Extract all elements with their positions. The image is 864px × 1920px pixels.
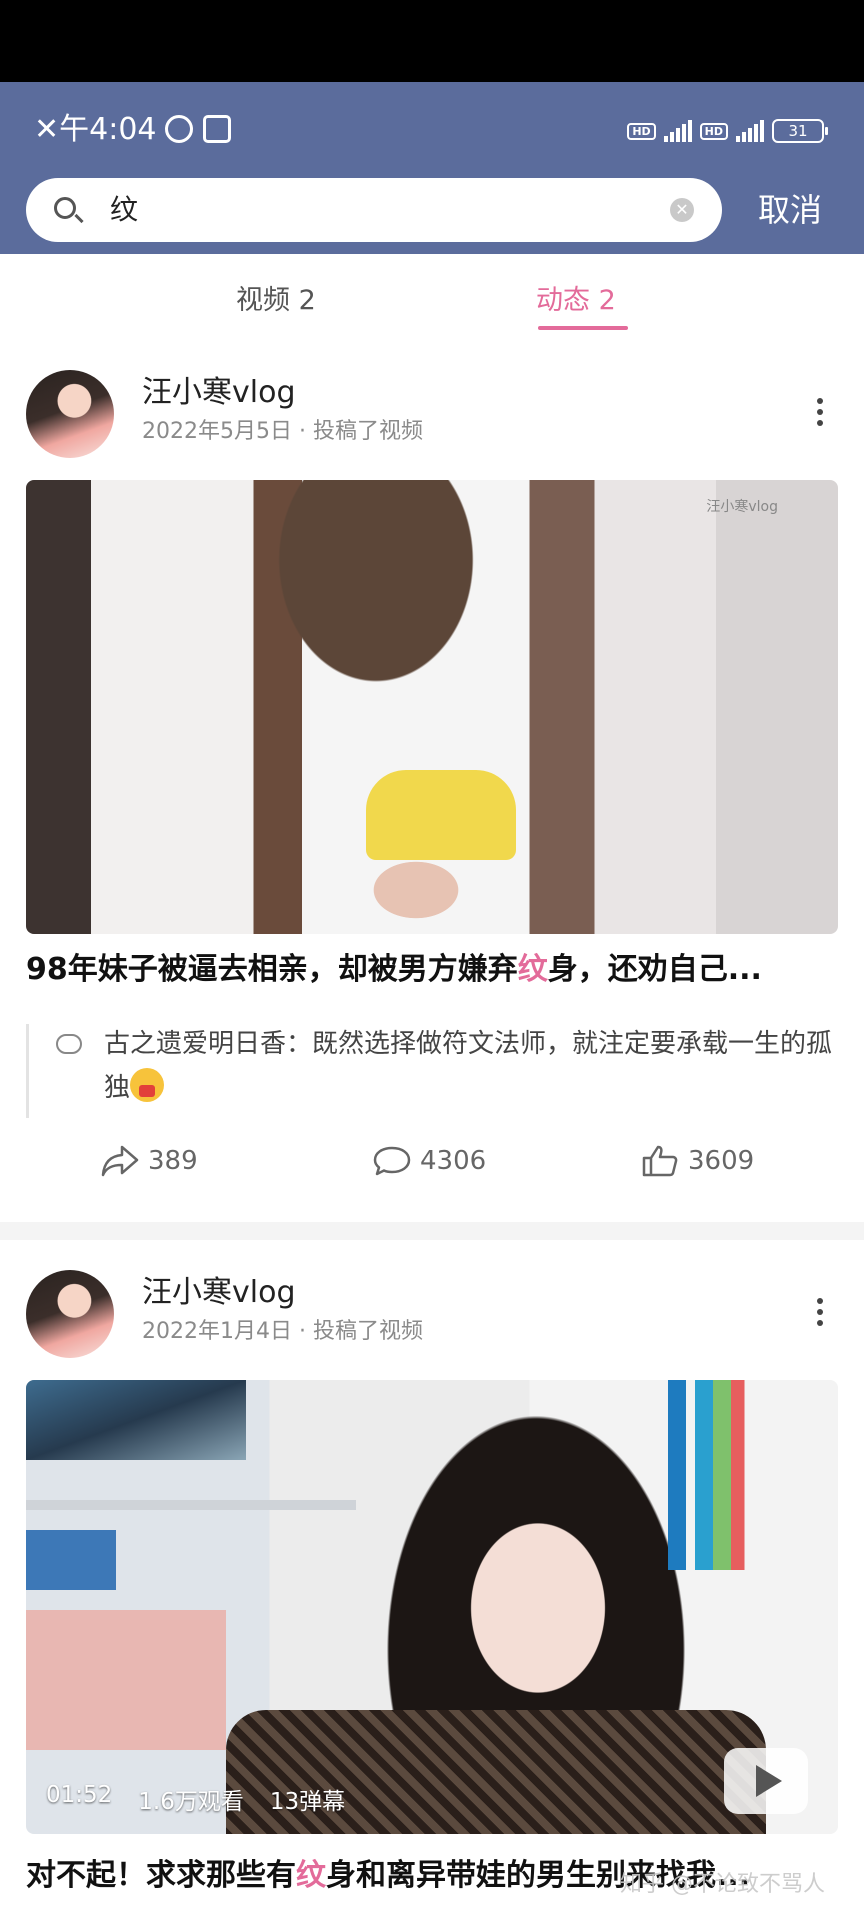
status-time: ✕午4:04 <box>34 112 231 148</box>
avatar[interactable] <box>26 370 114 458</box>
search-header: ✕午4:04 HD HD 31 纹 ✕ 取消 <box>0 82 864 254</box>
signal-icon <box>736 120 764 142</box>
status-bar: ✕午4:04 HD HD 31 <box>0 82 864 162</box>
post-card[interactable]: 汪小寒vlog 2022年5月5日 · 投稿了视频 汪小寒vlog 98年妹子被… <box>0 346 864 1216</box>
hot-comment[interactable]: 古之遗爱明日香：既然选择做符文法师，就注定要承载一生的孤独 <box>104 1022 834 1110</box>
author-name[interactable]: 汪小寒vlog <box>142 1274 296 1312</box>
post-date: 2022年5月5日 <box>142 419 292 444</box>
share-button[interactable]: 389 <box>100 1144 198 1178</box>
comment-count: 4306 <box>420 1146 487 1176</box>
video-views: 1.6万观看 <box>138 1789 244 1815</box>
comment-button[interactable]: 4306 <box>372 1144 486 1178</box>
thumbnail-detail <box>26 1500 356 1510</box>
mute-icon: ✕ <box>34 112 60 147</box>
search-icon <box>54 197 76 219</box>
thumbnail-detail <box>26 1380 246 1460</box>
video-thumbnail[interactable]: 01:52 1.6万观看 13弹幕 <box>26 1380 838 1834</box>
post-action: 投稿了视频 <box>312 419 423 444</box>
battery-icon: 31 <box>772 119 828 143</box>
tab-video[interactable]: 视频 2 <box>236 284 316 318</box>
post-title[interactable]: 98年妹子被逼去相亲，却被男方嫌弃纹身，还劝自己... <box>26 950 762 990</box>
comment-divider <box>26 1024 29 1118</box>
clear-icon[interactable]: ✕ <box>670 198 694 222</box>
status-right: HD HD 31 <box>627 116 828 146</box>
video-danmaku: 13弹幕 <box>269 1789 346 1815</box>
more-icon[interactable] <box>816 1298 824 1330</box>
share-count: 389 <box>148 1146 198 1176</box>
signal-icon <box>663 120 692 142</box>
thumbnail-watermark: 汪小寒vlog <box>706 499 778 515</box>
clock-text: 午4:04 <box>59 112 157 147</box>
video-thumbnail[interactable]: 汪小寒vlog <box>26 480 838 934</box>
video-info-overlay: 01:52 1.6万观看 13弹幕 <box>46 1782 345 1816</box>
emoji-icon <box>130 1068 165 1102</box>
title-highlight: 纹 <box>296 1858 326 1893</box>
like-count: 3609 <box>688 1146 755 1176</box>
comment-bubble-icon <box>56 1034 82 1054</box>
thumbnail-detail <box>26 1610 226 1750</box>
thumbnail-detail <box>668 1380 758 1570</box>
title-text: 身，还劝自己... <box>547 952 762 987</box>
cancel-button[interactable]: 取消 <box>758 190 822 230</box>
watermark: 知乎 @不论致不骂人 <box>620 1872 825 1897</box>
thumbs-up-icon <box>642 1145 678 1177</box>
nfc-icon <box>202 115 231 143</box>
play-icon[interactable] <box>724 1748 808 1814</box>
search-input[interactable]: 纹 ✕ <box>26 178 722 242</box>
share-icon <box>101 1145 139 1177</box>
post-action: 投稿了视频 <box>312 1319 423 1344</box>
title-highlight: 纹 <box>517 952 548 987</box>
top-black-bar <box>0 0 864 82</box>
author-name[interactable]: 汪小寒vlog <box>142 374 296 412</box>
post-card[interactable]: 汪小寒vlog 2022年1月4日 · 投稿了视频 01:52 1.6万观看 1… <box>0 1246 864 1920</box>
tab-active-indicator <box>538 326 628 330</box>
comment-icon <box>373 1146 411 1176</box>
post-date: 2022年1月4日 <box>142 1319 292 1344</box>
thumbnail-detail <box>26 1530 116 1590</box>
action-bar: 389 4306 3609 <box>0 1144 864 1194</box>
like-button[interactable]: 3609 <box>640 1144 754 1178</box>
post-meta: 2022年1月4日 · 投稿了视频 <box>142 1319 423 1344</box>
more-icon[interactable] <box>816 398 824 430</box>
result-tabs: 视频 2 动态 2 <box>0 254 864 346</box>
hd-icon: HD <box>627 122 656 140</box>
comment-text: 古之遗爱明日香：既然选择做符文法师，就注定要承载一生的孤独 <box>104 1029 833 1103</box>
tab-dynamic[interactable]: 动态 2 <box>536 284 616 318</box>
avatar[interactable] <box>26 1270 114 1358</box>
title-text: 对不起！求求那些有 <box>26 1858 296 1893</box>
alarm-icon <box>164 115 193 143</box>
hd-icon: HD <box>699 122 728 140</box>
search-query[interactable]: 纹 <box>110 192 138 228</box>
thumbnail-detail <box>366 770 516 860</box>
title-text: 98年妹子被逼去相亲，却被男方嫌弃 <box>26 952 518 987</box>
post-meta: 2022年5月5日 · 投稿了视频 <box>142 419 423 444</box>
post-separator <box>0 1222 864 1240</box>
video-duration: 01:52 <box>46 1782 113 1808</box>
